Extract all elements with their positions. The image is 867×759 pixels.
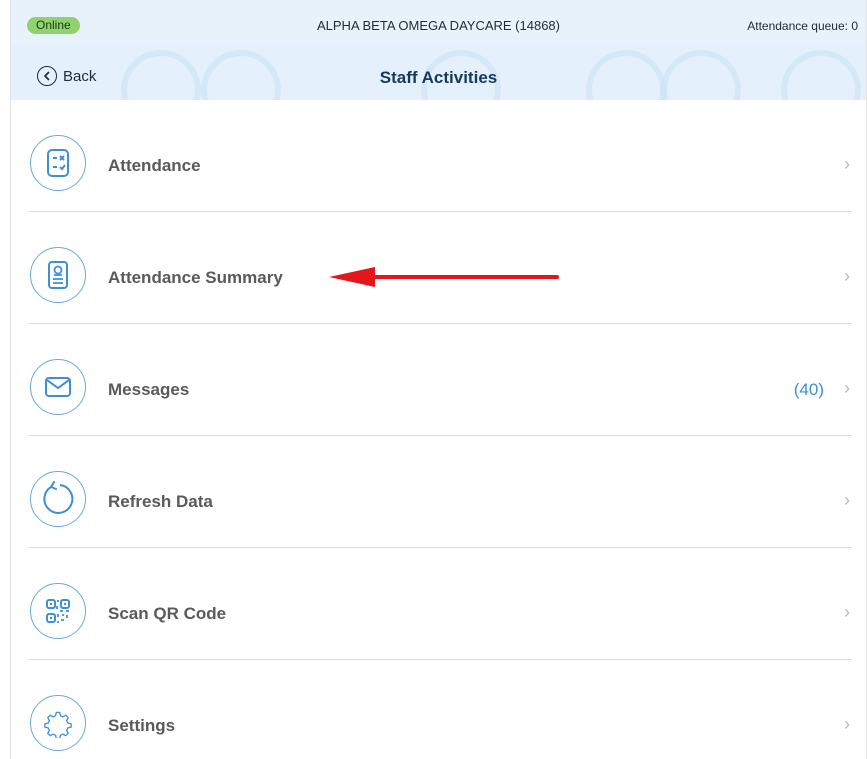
envelope-icon <box>30 359 86 415</box>
chevron-right-icon: › <box>844 714 850 734</box>
menu-item-refresh-data[interactable]: Refresh Data › <box>29 436 852 548</box>
menu-item-label: Settings <box>108 716 176 735</box>
annotation-arrow-icon <box>329 267 559 287</box>
menu-item-messages[interactable]: Messages (40) › <box>29 324 852 436</box>
chevron-right-icon: › <box>844 154 850 174</box>
nav-bar: Back Staff Activities <box>11 44 866 100</box>
menu-item-settings[interactable]: Settings › <box>29 660 852 759</box>
staff-activities-list: Attendance › Attendance Summary › Messag… <box>11 100 866 759</box>
menu-item-attendance[interactable]: Attendance › <box>29 100 852 212</box>
attendance-summary-document-icon <box>30 247 86 303</box>
menu-item-label: Attendance <box>108 156 201 175</box>
menu-item-label: Attendance Summary <box>108 268 283 287</box>
attendance-checklist-icon <box>30 135 86 191</box>
attendance-queue-status: Attendance queue: 0 <box>747 19 858 33</box>
chevron-right-icon: › <box>844 490 850 510</box>
menu-item-label: Scan QR Code <box>108 604 227 623</box>
chevron-right-icon: › <box>844 266 850 286</box>
page-title: Staff Activities <box>379 68 498 87</box>
gear-icon <box>30 695 86 751</box>
menu-item-label: Messages <box>108 380 190 399</box>
menu-item-label: Refresh Data <box>108 492 213 511</box>
app-frame: Online ALPHA BETA OMEGA DAYCARE (14868) … <box>10 0 867 759</box>
chevron-right-icon: › <box>844 602 850 622</box>
menu-item-scan-qr-code[interactable]: Scan QR Code › <box>29 548 852 660</box>
chevron-right-icon: › <box>844 378 850 398</box>
refresh-icon <box>30 471 86 527</box>
status-bar: Online ALPHA BETA OMEGA DAYCARE (14868) … <box>11 0 866 44</box>
qr-code-icon <box>30 583 86 639</box>
unread-count-badge: (40) <box>793 380 824 399</box>
center-name: ALPHA BETA OMEGA DAYCARE (14868) <box>316 18 560 33</box>
